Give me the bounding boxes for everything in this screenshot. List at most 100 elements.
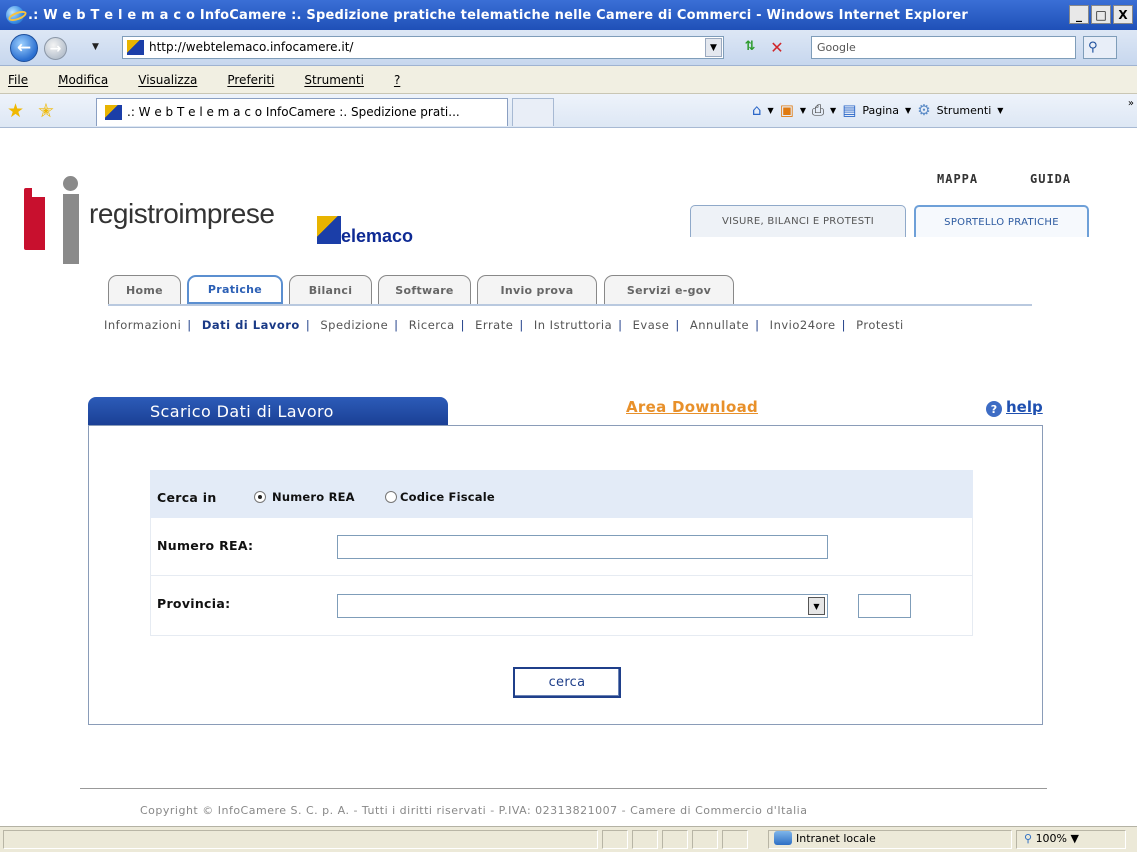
radio-numero-rea[interactable] bbox=[254, 491, 266, 503]
status-segment bbox=[692, 830, 718, 849]
guida-link[interactable]: GUIDA bbox=[1030, 172, 1071, 186]
tab-favicon-icon bbox=[105, 105, 122, 120]
zoom-level: 100% bbox=[1035, 832, 1068, 845]
favicon-icon bbox=[127, 40, 144, 55]
subnav-dati-di-lavoro[interactable]: Dati di Lavoro bbox=[202, 318, 300, 332]
menu-strumenti[interactable]: Strumenti bbox=[304, 73, 364, 87]
page-dropdown-icon[interactable]: ▼ bbox=[905, 106, 911, 115]
menu-preferiti[interactable]: Preferiti bbox=[227, 73, 274, 87]
footer-divider bbox=[80, 788, 1047, 789]
page-menu-button[interactable]: Pagina bbox=[862, 104, 899, 117]
new-tab-button[interactable] bbox=[512, 98, 554, 126]
subnav-evase[interactable]: Evase bbox=[633, 318, 670, 332]
feeds-icon[interactable]: ▣ bbox=[780, 101, 794, 119]
zoom-dropdown-icon[interactable]: ▼ bbox=[1071, 832, 1079, 845]
home-dropdown-icon[interactable]: ▼ bbox=[768, 106, 774, 115]
status-segment bbox=[602, 830, 628, 849]
tab-home[interactable]: Home bbox=[108, 275, 181, 304]
telemaco-logo-icon bbox=[317, 216, 341, 244]
zoom-icon: ⚲ bbox=[1024, 832, 1033, 845]
search-button[interactable]: ⚲ bbox=[1083, 36, 1117, 59]
home-icon[interactable]: ⌂ bbox=[752, 101, 762, 119]
area-download-link[interactable]: Area Download bbox=[626, 398, 758, 416]
numero-rea-input[interactable] bbox=[337, 535, 828, 559]
status-segment bbox=[662, 830, 688, 849]
chevron-more-icon[interactable]: » bbox=[1128, 98, 1134, 109]
minimize-button[interactable]: _ bbox=[1069, 5, 1089, 24]
add-favorite-icon[interactable]: ✭ bbox=[38, 100, 54, 122]
gear-icon: ⚙ bbox=[917, 101, 931, 119]
arrow-right-icon: → bbox=[49, 40, 62, 57]
favorites-tab-bar: ★ ✭ .: W e b T e l e m a c o InfoCamere … bbox=[0, 94, 1137, 128]
numero-rea-label: Numero REA: bbox=[157, 538, 254, 553]
address-bar: ← → ▼ http://webtelemaco.infocamere.it/ … bbox=[0, 30, 1137, 66]
tab-sportello-pratiche[interactable]: SPORTELLO PRATICHE bbox=[914, 205, 1089, 237]
back-button[interactable]: ← bbox=[10, 34, 38, 62]
zone-text: Intranet locale bbox=[796, 831, 876, 845]
tools-dropdown-icon[interactable]: ▼ bbox=[997, 106, 1003, 115]
window-title: .: W e b T e l e m a c o InfoCamere :. S… bbox=[28, 7, 969, 23]
cerca-button[interactable]: cerca bbox=[513, 667, 621, 698]
tools-menu-button[interactable]: Strumenti bbox=[937, 104, 992, 117]
search-input[interactable]: Google bbox=[811, 36, 1076, 59]
radio-numero-rea-label[interactable]: Numero REA bbox=[272, 490, 355, 504]
subnav-spedizione[interactable]: Spedizione bbox=[320, 318, 388, 332]
intranet-zone-icon bbox=[774, 831, 792, 845]
search-placeholder: Google bbox=[817, 41, 856, 54]
stop-icon[interactable]: ✕ bbox=[767, 38, 787, 58]
menu-modifica[interactable]: Modifica bbox=[58, 73, 108, 87]
tab-bilanci[interactable]: Bilanci bbox=[289, 275, 372, 304]
help-link[interactable]: help bbox=[1006, 398, 1043, 416]
menu-help[interactable]: ? bbox=[394, 73, 400, 87]
command-bar: ⌂ ▼ ▣ ▼ ⎙ ▼ ▤ Pagina ▼ ⚙ Strumenti ▼ bbox=[752, 101, 1003, 119]
status-text-area bbox=[3, 830, 598, 849]
tab-pratiche[interactable]: Pratiche bbox=[187, 275, 283, 304]
favorites-star-icon[interactable]: ★ bbox=[7, 100, 24, 122]
maximize-button[interactable]: □ bbox=[1091, 5, 1111, 24]
url-dropdown-icon[interactable]: ▼ bbox=[705, 38, 722, 57]
tab-servizi-egov[interactable]: Servizi e-gov bbox=[604, 275, 734, 304]
refresh-icon[interactable]: ⇅ bbox=[740, 39, 760, 59]
print-dropdown-icon[interactable]: ▼ bbox=[830, 106, 836, 115]
help-icon[interactable]: ? bbox=[986, 401, 1002, 417]
url-input[interactable]: http://webtelemaco.infocamere.it/ ▼ bbox=[122, 36, 724, 59]
status-segment bbox=[632, 830, 658, 849]
subnav-protesti[interactable]: Protesti bbox=[856, 318, 904, 332]
tab-invio-prova[interactable]: Invio prova bbox=[477, 275, 597, 304]
menu-visualizza[interactable]: Visualizza bbox=[138, 73, 197, 87]
sub-navigation: Informazioni | Dati di Lavoro | Spedizione… bbox=[104, 318, 904, 332]
tab-underline bbox=[108, 304, 1032, 306]
provincia-label: Provincia: bbox=[157, 596, 231, 611]
subnav-in-istruttoria[interactable]: In Istruttoria bbox=[534, 318, 612, 332]
provincia-code-input[interactable] bbox=[858, 594, 911, 618]
radio-codice-fiscale[interactable] bbox=[385, 491, 397, 503]
menu-file[interactable]: File bbox=[8, 73, 28, 87]
mappa-link[interactable]: MAPPA bbox=[937, 172, 978, 186]
window-controls: _ □ X bbox=[1069, 5, 1133, 24]
history-dropdown-icon[interactable]: ▼ bbox=[92, 42, 99, 52]
subnav-errate[interactable]: Errate bbox=[475, 318, 513, 332]
registroimprese-logo-text[interactable]: registroimprese bbox=[89, 198, 275, 230]
browser-tab-active[interactable]: .: W e b T e l e m a c o InfoCamere :. S… bbox=[96, 98, 508, 126]
subnav-ricerca[interactable]: Ricerca bbox=[409, 318, 455, 332]
telemaco-logo-text[interactable]: elemaco bbox=[341, 226, 413, 247]
print-icon[interactable]: ⎙ bbox=[812, 101, 824, 119]
tab-software[interactable]: Software bbox=[378, 275, 471, 304]
radio-codice-fiscale-label[interactable]: Codice Fiscale bbox=[400, 490, 495, 504]
feeds-dropdown-icon[interactable]: ▼ bbox=[800, 106, 806, 115]
registroimprese-logo-bracket bbox=[24, 188, 45, 250]
provincia-select[interactable]: ▼ bbox=[337, 594, 828, 618]
security-zone[interactable]: Intranet locale bbox=[774, 831, 876, 845]
subnav-annullate[interactable]: Annullate bbox=[690, 318, 749, 332]
zoom-control[interactable]: ⚲ 100% ▼ bbox=[1024, 832, 1079, 845]
tab-visure-bilanci-protesti[interactable]: VISURE, BILANCI E PROTESTI bbox=[690, 205, 906, 237]
window-titlebar: .: W e b T e l e m a c o InfoCamere :. S… bbox=[0, 0, 1137, 30]
forward-button[interactable]: → bbox=[44, 37, 67, 60]
close-button[interactable]: X bbox=[1113, 5, 1133, 24]
subnav-informazioni[interactable]: Informazioni bbox=[104, 318, 181, 332]
chevron-down-icon[interactable]: ▼ bbox=[808, 597, 825, 615]
registroimprese-logo-i bbox=[63, 194, 79, 264]
internet-explorer-icon bbox=[6, 6, 24, 24]
tab-title: .: W e b T e l e m a c o InfoCamere :. S… bbox=[127, 105, 460, 119]
subnav-invio24ore[interactable]: Invio24ore bbox=[770, 318, 836, 332]
